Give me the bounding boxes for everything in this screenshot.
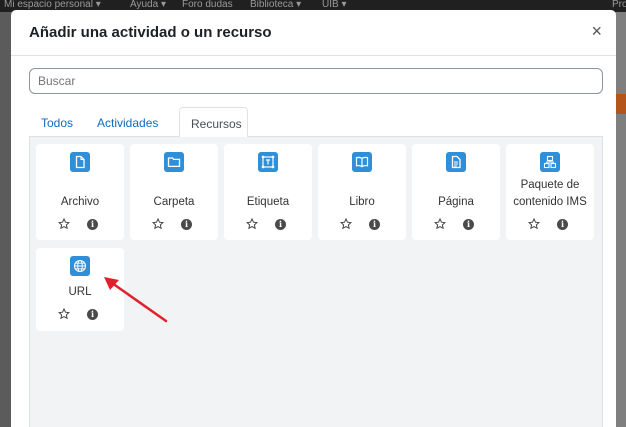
package-icon <box>540 152 560 172</box>
info-icon[interactable]: i <box>87 219 98 230</box>
info-icon[interactable]: i <box>369 219 380 230</box>
nav-item: Mi espacio personal ▾ <box>4 0 101 10</box>
nav-item: Ayuda ▾ <box>130 0 166 10</box>
resource-name: Paquete de contenido IMS <box>513 179 587 208</box>
resource-card-url[interactable]: URL i <box>36 248 124 331</box>
tab-todos[interactable]: Todos <box>41 107 73 137</box>
tab-actividades[interactable]: Actividades <box>97 107 158 137</box>
star-icon[interactable] <box>58 218 70 230</box>
close-button[interactable]: × <box>591 22 602 40</box>
star-icon[interactable] <box>528 218 540 230</box>
modal-title: Añadir una actividad o un recurso <box>29 24 272 41</box>
nav-item: Biblioteca ▾ <box>250 0 302 10</box>
resource-name: Libro <box>349 196 375 208</box>
nav-item: Foro dudas <box>182 0 233 10</box>
label-icon <box>258 152 278 172</box>
star-icon[interactable] <box>246 218 258 230</box>
star-icon[interactable] <box>340 218 352 230</box>
folder-icon <box>164 152 184 172</box>
nav-item: Pro <box>612 0 626 10</box>
modal-header: Añadir una actividad o un recurso × <box>11 10 616 56</box>
resource-name: Etiqueta <box>246 196 290 208</box>
star-icon[interactable] <box>152 218 164 230</box>
page-icon <box>446 152 466 172</box>
resource-card-archivo[interactable]: Archivo i <box>36 144 124 240</box>
globe-icon <box>70 256 90 276</box>
resource-card-etiqueta[interactable]: Etiqueta i <box>224 144 312 240</box>
info-icon[interactable]: i <box>557 219 568 230</box>
file-icon <box>70 152 90 172</box>
book-icon <box>352 152 372 172</box>
resource-name: URL <box>68 286 92 298</box>
resource-card-carpeta[interactable]: Carpeta i <box>130 144 218 240</box>
tab-bar: Todos Actividades Recursos <box>29 107 603 138</box>
info-icon[interactable]: i <box>87 309 98 320</box>
info-icon[interactable]: i <box>275 219 286 230</box>
nav-item: UIB ▾ <box>322 0 347 10</box>
resource-card-pagina[interactable]: Página i <box>412 144 500 240</box>
activity-chooser-modal: Añadir una actividad o un recurso × Todo… <box>11 10 616 427</box>
star-icon[interactable] <box>58 308 70 320</box>
resource-name: Página <box>438 196 474 208</box>
search-input[interactable] <box>29 68 603 94</box>
resources-panel: Archivo i Carpeta i Etiqueta i Libro i P… <box>29 137 603 427</box>
tab-recursos[interactable]: Recursos <box>179 107 248 138</box>
info-icon[interactable]: i <box>181 219 192 230</box>
star-icon[interactable] <box>434 218 446 230</box>
resource-name: Archivo <box>60 196 100 208</box>
resource-card-paquete-ims[interactable]: Paquete de contenido IMS i <box>506 144 594 240</box>
resource-card-libro[interactable]: Libro i <box>318 144 406 240</box>
info-icon[interactable]: i <box>463 219 474 230</box>
resource-name: Carpeta <box>153 196 195 208</box>
